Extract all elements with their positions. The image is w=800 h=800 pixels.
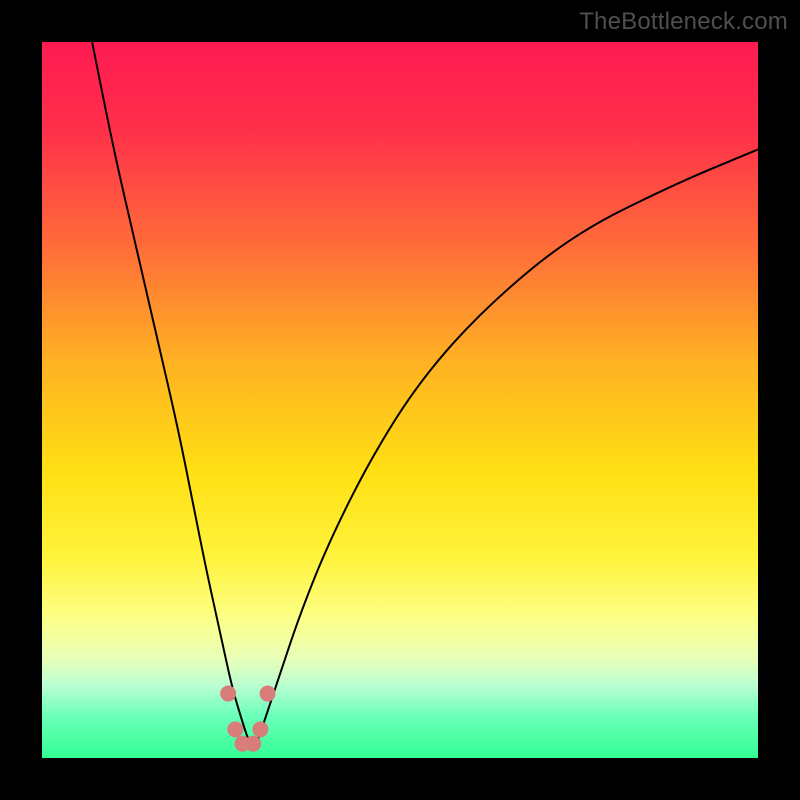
curve-svg: [42, 42, 758, 758]
bottleneck-curve: [92, 42, 758, 744]
highlight-dot: [252, 721, 268, 737]
plot-area: [42, 42, 758, 758]
highlight-dot: [220, 686, 236, 702]
watermark-text: TheBottleneck.com: [579, 8, 788, 36]
chart-frame: TheBottleneck.com: [0, 0, 800, 800]
highlight-dot: [227, 721, 243, 737]
highlight-dot: [260, 686, 276, 702]
highlight-dots: [220, 686, 275, 752]
highlight-dot: [245, 736, 261, 752]
